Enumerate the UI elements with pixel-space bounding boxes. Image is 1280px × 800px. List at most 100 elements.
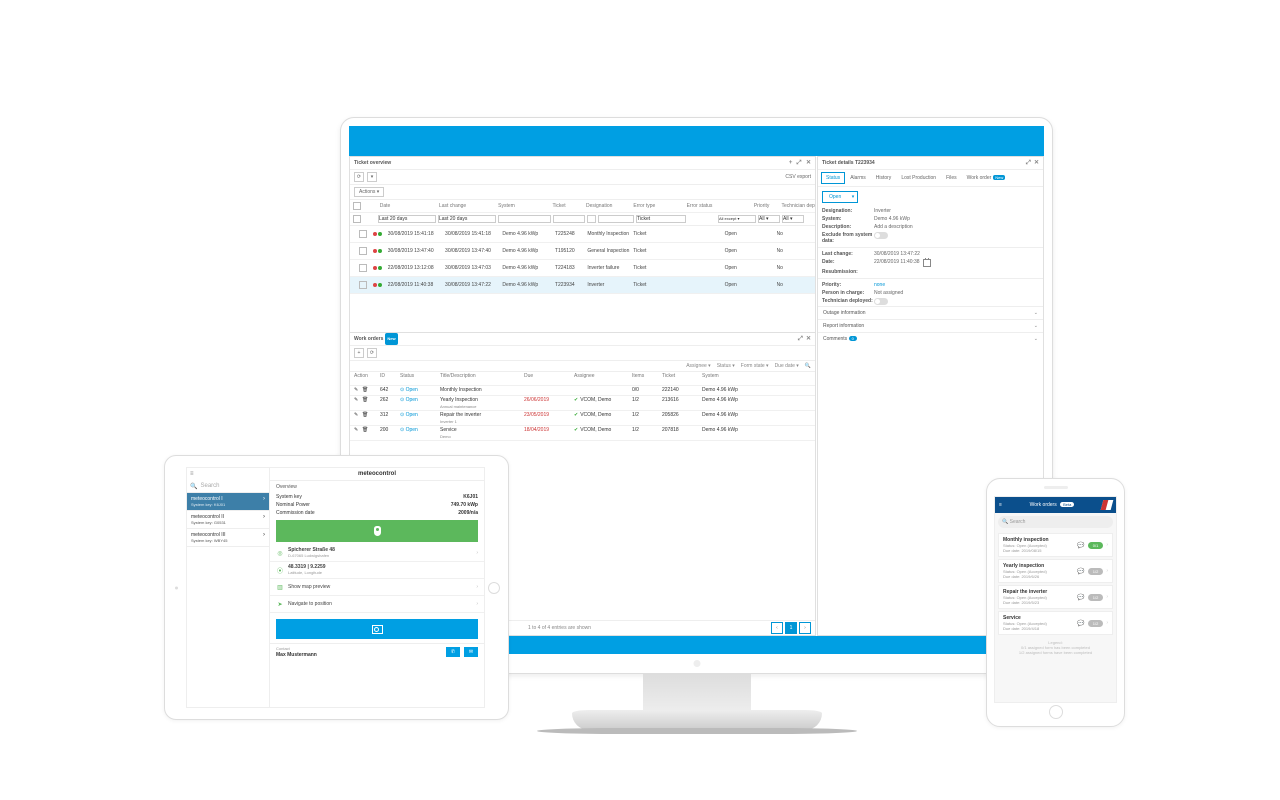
delete-icon[interactable]: 🗑 xyxy=(362,397,368,403)
wo-filter[interactable]: Due date ▾ xyxy=(775,363,799,369)
col-date[interactable]: Date xyxy=(378,203,439,209)
work-order-row[interactable]: ✎🗑642⊙ OpenMonthly Inspection0/0222140De… xyxy=(350,386,815,396)
row-checkbox[interactable] xyxy=(359,247,367,255)
pager-prev[interactable]: ‹ xyxy=(771,622,783,634)
toggle[interactable] xyxy=(874,232,888,239)
col-ticket[interactable]: Ticket xyxy=(552,203,586,209)
col-error-type[interactable]: Error type xyxy=(633,203,684,209)
filter-system[interactable] xyxy=(498,215,551,223)
col-designation[interactable]: Designation xyxy=(586,203,633,209)
collapsible-section[interactable]: Report information⌄ xyxy=(818,319,1043,332)
ticket-row[interactable]: 22/08/2019 11:40:3830/08/2019 13:47:22De… xyxy=(350,277,815,294)
col-last-change[interactable]: Last change xyxy=(439,203,498,209)
navigate-row[interactable]: ➤Navigate to position› xyxy=(270,596,484,613)
tab-lost-production[interactable]: Lost Production xyxy=(896,172,941,184)
delete-icon[interactable]: 🗑 xyxy=(362,427,368,433)
work-order-row[interactable]: ✎🗑200⊙ OpenServiceDemo18/04/2019✔VCOM, D… xyxy=(350,426,815,441)
collapsible-section[interactable]: Outage information⌄ xyxy=(818,306,1043,319)
work-order-card[interactable]: ServiceStatus: Open (Accepted)Due date: … xyxy=(998,611,1113,635)
maximize-icon[interactable]: ⤢ xyxy=(797,160,802,166)
row-checkbox[interactable] xyxy=(359,281,367,289)
row-checkbox[interactable] xyxy=(359,264,367,272)
col-id[interactable]: ID xyxy=(380,373,400,379)
actions-dropdown[interactable]: Actions ▾ xyxy=(354,187,384,197)
col-assignee[interactable]: Assignee xyxy=(574,373,632,379)
search-input[interactable]: 🔍Search xyxy=(187,480,269,493)
wo-filter[interactable]: Assignee ▾ xyxy=(686,363,710,369)
filter-error-status[interactable]: All except ▾ xyxy=(718,215,756,223)
filter-last-change[interactable]: Last 20 days xyxy=(438,215,496,223)
tab-alarms[interactable]: Alarms xyxy=(845,172,871,184)
select-all-checkbox[interactable] xyxy=(353,202,361,210)
add-icon[interactable]: + xyxy=(789,160,793,166)
system-item[interactable]: ›meteocontrol IISystem key: G0531 xyxy=(187,511,269,529)
ticket-row[interactable]: 30/08/2019 15:41:1830/08/2019 15:41:18De… xyxy=(350,226,815,243)
ticket-row[interactable]: 30/08/2019 13:47:4030/08/2019 13:47:40De… xyxy=(350,243,815,260)
col-status[interactable]: Status xyxy=(400,373,440,379)
filter-icon[interactable]: ▾ xyxy=(367,172,377,182)
filter-ticket[interactable] xyxy=(553,215,585,223)
toggle[interactable] xyxy=(874,298,888,305)
col-action[interactable]: Action xyxy=(350,373,380,379)
ticket-row[interactable]: 22/08/2019 13:12:0830/08/2019 13:47:03De… xyxy=(350,260,815,277)
edit-icon[interactable]: ✎ xyxy=(354,412,360,418)
col-system[interactable]: System xyxy=(498,203,552,209)
filter-error-type[interactable]: Ticket xyxy=(636,215,686,223)
work-order-card[interactable]: Monthly inspectionStatus: Open (Accepted… xyxy=(998,533,1113,557)
col-tech[interactable]: Technician deployed xyxy=(781,203,815,209)
map-banner[interactable] xyxy=(276,520,478,542)
mail-button[interactable]: ✉ xyxy=(464,647,478,657)
address-row[interactable]: ◎Spicherer Straße 48D-67065 Ludwigshafen… xyxy=(270,545,484,562)
col-items[interactable]: Items xyxy=(632,373,662,379)
calendar-icon[interactable] xyxy=(923,259,931,267)
col-due[interactable]: Due xyxy=(524,373,574,379)
work-order-card[interactable]: Repair the inverterStatus: Open (Accepte… xyxy=(998,585,1113,609)
maximize-icon[interactable]: ⤢ xyxy=(1026,160,1031,166)
pager-next[interactable]: › xyxy=(799,622,811,634)
filter-date[interactable]: Last 20 days xyxy=(378,215,436,223)
refresh-wo-icon[interactable]: ⟳ xyxy=(367,348,377,358)
csv-export-button[interactable]: CSV export xyxy=(785,174,811,180)
tab-files[interactable]: Files xyxy=(941,172,962,184)
system-item[interactable]: ›meteocontrol IIISystem key: WBY45 xyxy=(187,529,269,547)
wo-filter[interactable]: Status ▾ xyxy=(717,363,735,369)
tab-work-order[interactable]: Work orderNew xyxy=(962,172,1011,184)
tab-history[interactable]: History xyxy=(871,172,897,184)
menu-icon[interactable]: ≡ xyxy=(187,468,269,480)
work-order-row[interactable]: ✎🗑312⊙ OpenRepair the inverterInverter 1… xyxy=(350,411,815,426)
contact-banner[interactable] xyxy=(276,619,478,639)
maximize-icon[interactable]: ⤢ xyxy=(798,336,803,342)
system-item[interactable]: ›meteocontrol ISystem key: K6J01 xyxy=(187,493,269,511)
edit-icon[interactable]: ✎ xyxy=(354,427,360,433)
filter-tech[interactable]: All ▾ xyxy=(782,215,804,223)
collapsible-section[interactable]: Comments 0⌄ xyxy=(818,332,1043,345)
edit-icon[interactable]: ✎ xyxy=(354,397,360,403)
col-title[interactable]: Title/Description xyxy=(440,373,524,379)
delete-icon[interactable]: 🗑 xyxy=(362,412,368,418)
add-wo-icon[interactable]: + xyxy=(354,348,364,358)
pager-page-1[interactable]: 1 xyxy=(785,622,797,634)
phone-button[interactable]: ✆ xyxy=(446,647,460,657)
row-checkbox[interactable] xyxy=(359,230,367,238)
refresh-icon[interactable]: ⟳ xyxy=(354,172,364,182)
delete-icon[interactable]: 🗑 xyxy=(362,387,368,393)
status-dropdown[interactable]: Open xyxy=(822,191,858,203)
search-icon[interactable]: 🔍 xyxy=(805,363,811,369)
close-icon[interactable]: ✕ xyxy=(806,160,811,166)
close-icon[interactable]: ✕ xyxy=(1034,160,1039,166)
edit-icon[interactable]: ✎ xyxy=(354,387,360,393)
work-order-card[interactable]: Yearly inspectionStatus: Open (Accepted)… xyxy=(998,559,1113,583)
col-priority[interactable]: Priority xyxy=(754,203,782,209)
coords-row[interactable]: ⦿48.3319 | 9.2259Latitude, Longitude xyxy=(270,562,484,579)
phone-search-input[interactable]: 🔍 Search xyxy=(998,516,1113,528)
filter-designation[interactable] xyxy=(598,215,634,223)
col-ticket[interactable]: Ticket xyxy=(662,373,702,379)
tab-status[interactable]: Status xyxy=(821,172,845,184)
col-system[interactable]: System xyxy=(702,373,762,379)
map-preview-row[interactable]: ▥Show map preview› xyxy=(270,579,484,596)
close-icon[interactable]: ✕ xyxy=(806,336,811,342)
filter-priority[interactable]: All ▾ xyxy=(758,215,780,223)
menu-icon[interactable]: ≡ xyxy=(999,502,1002,508)
work-order-row[interactable]: ✎🗑262⊙ OpenYearly InspectionAnnual maint… xyxy=(350,396,815,411)
wo-filter[interactable]: Form state ▾ xyxy=(741,363,769,369)
